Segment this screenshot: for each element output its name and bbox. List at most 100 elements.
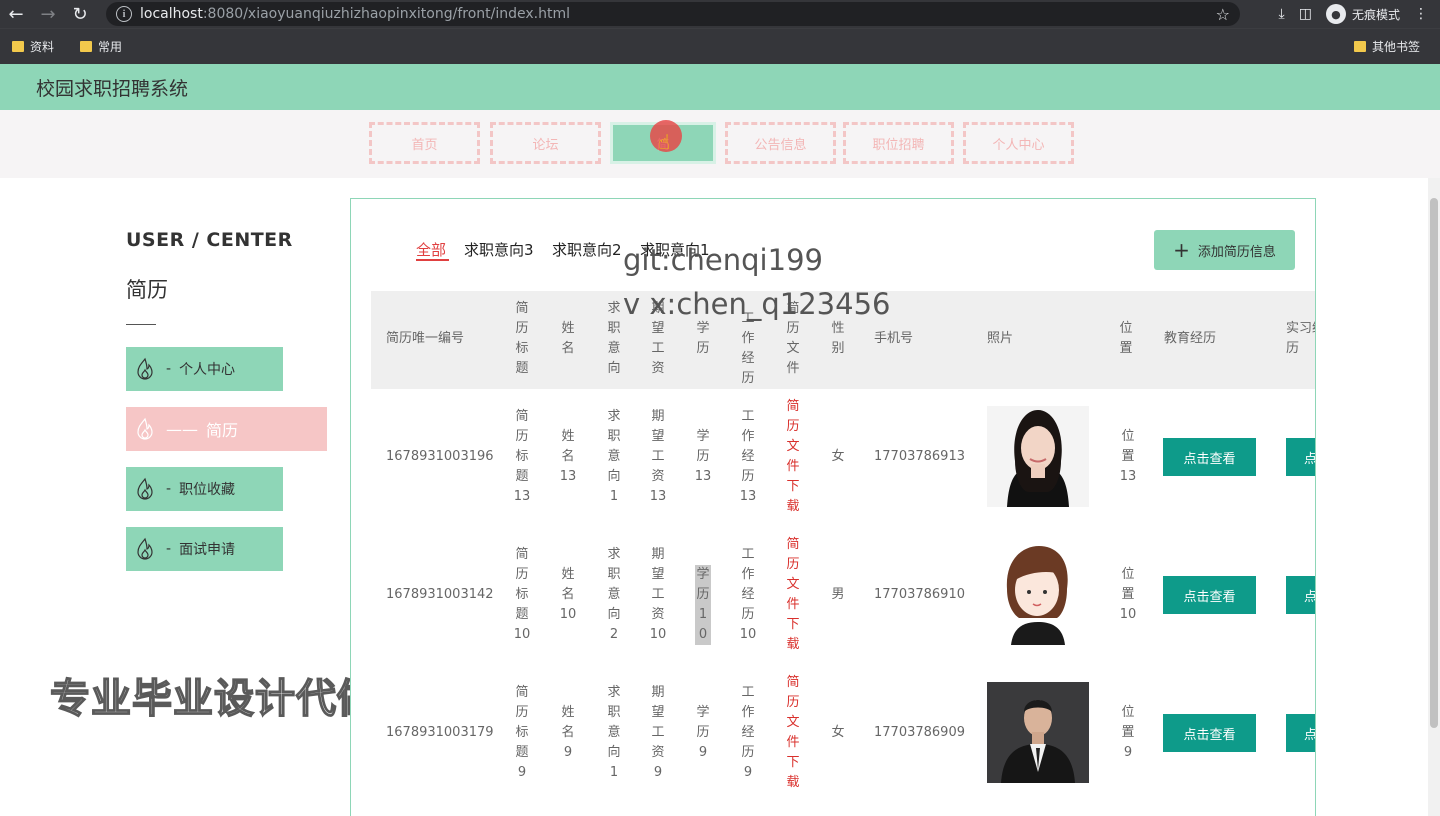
row2-phone: 17703786910 bbox=[874, 587, 965, 602]
row1-id: 1678931003196 bbox=[386, 449, 494, 464]
row3-id: 1678931003179 bbox=[386, 725, 494, 740]
watermark-text: 专业毕业设计代做 bbox=[49, 675, 378, 723]
row2-gender: 男 bbox=[831, 587, 845, 602]
col-header-internship: 实习经历 bbox=[1286, 321, 1315, 356]
row1-view-internship-button[interactable]: 点 bbox=[1286, 438, 1315, 476]
sidepanel-icon[interactable]: ◫ bbox=[1299, 6, 1312, 22]
bookmark-star-icon[interactable]: ☆ bbox=[1216, 5, 1230, 24]
col-header-location: 位置 bbox=[1119, 321, 1133, 356]
row2-salary: 期望工资10 bbox=[649, 547, 667, 642]
incognito-indicator[interactable]: ● 无痕模式 bbox=[1325, 4, 1400, 24]
row1-salary: 期望工资13 bbox=[649, 409, 667, 504]
man-portrait-image bbox=[987, 682, 1089, 783]
add-resume-button[interactable]: + 添加简历信息 bbox=[1154, 230, 1295, 270]
row2-title: 简历标题10 bbox=[513, 547, 531, 642]
bookmark-folder[interactable]: 常用 bbox=[80, 38, 122, 55]
nav-jobs[interactable]: 职位招聘 bbox=[843, 122, 954, 164]
url-path: :8080/xiaoyuanqiuzhizhaopinxitong/front/… bbox=[202, 6, 570, 22]
bookmarks-bar: 资料 常用 其他书签 bbox=[0, 28, 1440, 64]
row1-work: 工作经历13 bbox=[739, 409, 757, 504]
sidebar-item-label: 职位收藏 bbox=[179, 482, 236, 498]
browser-actions: ⤓ ◫ ● 无痕模式 ⋮ bbox=[1279, 0, 1440, 28]
folder-icon bbox=[1353, 41, 1366, 52]
row3-gender: 女 bbox=[831, 725, 845, 740]
row2-view-education-button[interactable]: 点击查看 bbox=[1163, 576, 1256, 614]
sidebar-item-resume[interactable]: —— 简历 bbox=[126, 407, 327, 451]
incognito-label: 无痕模式 bbox=[1351, 7, 1400, 22]
app-header: 校园求职招聘系统 bbox=[0, 64, 1440, 110]
row1-name: 姓名13 bbox=[559, 429, 577, 484]
sidebar-item-job-favorites[interactable]: - 职位收藏 bbox=[126, 467, 283, 511]
row2-work: 工作经历10 bbox=[739, 547, 757, 642]
row1-location: 位置13 bbox=[1119, 429, 1137, 484]
menu-kebab-icon[interactable]: ⋮ bbox=[1414, 6, 1428, 22]
row3-photo bbox=[987, 682, 1089, 783]
row2-edu: 学历10 bbox=[695, 565, 711, 645]
col-header-title: 简历标题 bbox=[515, 301, 529, 376]
overlay-git-text: git:chenqi199 bbox=[623, 243, 823, 277]
row3-work: 工作经历9 bbox=[741, 685, 755, 780]
scrollbar-thumb[interactable] bbox=[1430, 198, 1438, 728]
row3-name: 姓名9 bbox=[561, 705, 575, 760]
bookmark-label: 常用 bbox=[98, 40, 123, 54]
row2-file-download-link[interactable]: 简历文件下载 bbox=[783, 535, 803, 655]
sidebar-dash: - bbox=[166, 541, 172, 557]
url-host: localhost bbox=[140, 6, 203, 22]
reload-icon[interactable]: ↻ bbox=[64, 0, 96, 28]
row1-intent: 求职意向1 bbox=[607, 409, 621, 504]
sidebar-item-personal-center[interactable]: - 个人中心 bbox=[126, 347, 283, 391]
row3-title: 简历标题9 bbox=[515, 685, 529, 780]
row2-view-internship-button[interactable]: 点 bbox=[1286, 576, 1315, 614]
sidebar-dash: - bbox=[166, 361, 172, 377]
download-icon[interactable]: ⤓ bbox=[1279, 6, 1285, 22]
row3-edu: 学历9 bbox=[696, 705, 710, 760]
nav-home[interactable]: 首页 bbox=[369, 122, 480, 164]
folder-icon bbox=[80, 41, 93, 52]
forward-arrow-icon[interactable]: → bbox=[32, 0, 64, 28]
folder-icon bbox=[12, 41, 24, 52]
nav-personal-center[interactable]: 个人中心 bbox=[963, 122, 1074, 164]
col-header-education: 教育经历 bbox=[1164, 331, 1217, 346]
row1-file-download-link[interactable]: 简历文件下载 bbox=[783, 397, 803, 517]
filter-tab-intent-2[interactable]: 求职意向2 bbox=[552, 239, 622, 260]
nav-forum[interactable]: 论坛 bbox=[490, 122, 601, 164]
site-info-icon[interactable]: i bbox=[116, 6, 132, 22]
hand-cursor-icon: ☝ bbox=[658, 130, 671, 154]
filter-tab-intent-3[interactable]: 求职意向3 bbox=[464, 239, 534, 260]
incognito-icon: ● bbox=[1325, 4, 1346, 24]
row2-name: 姓名10 bbox=[559, 567, 577, 622]
top-nav: 首页 论坛 简 公告信息 职位招聘 个人中心 bbox=[0, 110, 1440, 178]
col-header-work: 工作经历 bbox=[741, 311, 755, 386]
row2-location: 位置10 bbox=[1119, 567, 1137, 622]
col-header-name: 姓名 bbox=[561, 321, 575, 356]
sidebar-dash: —— bbox=[166, 419, 198, 439]
row3-view-internship-button[interactable]: 点 bbox=[1286, 714, 1315, 752]
back-arrow-icon[interactable]: ← bbox=[0, 0, 32, 28]
woman-portrait-image bbox=[987, 406, 1089, 507]
row1-view-education-button[interactable]: 点击查看 bbox=[1163, 438, 1256, 476]
active-tab-underline bbox=[416, 259, 449, 261]
sidebar-item-label: 个人中心 bbox=[179, 362, 236, 378]
app-title: 校园求职招聘系统 bbox=[36, 77, 189, 100]
nav-announcements[interactable]: 公告信息 bbox=[725, 122, 836, 164]
row3-intent: 求职意向1 bbox=[607, 685, 621, 780]
bookmark-folder[interactable]: 资料 bbox=[12, 38, 54, 55]
row1-photo bbox=[987, 406, 1089, 507]
row1-title: 简历标题13 bbox=[513, 409, 531, 504]
filter-tab-all[interactable]: 全部 bbox=[416, 239, 446, 260]
row3-file-download-link[interactable]: 简历文件下载 bbox=[783, 673, 803, 793]
sidebar-item-interviews[interactable]: - 面试申请 bbox=[126, 527, 283, 571]
row3-phone: 17703786909 bbox=[874, 725, 965, 740]
col-header-photo: 照片 bbox=[987, 331, 1014, 346]
row2-id: 1678931003142 bbox=[386, 587, 494, 602]
other-bookmarks[interactable]: 其他书签 bbox=[1353, 38, 1420, 55]
add-resume-label: 添加简历信息 bbox=[1197, 244, 1276, 260]
address-bar[interactable]: i localhost:8080/xiaoyuanqiuzhizhaopinxi… bbox=[106, 2, 1240, 26]
overlay-wechat-text: v x:chen_q123456 bbox=[623, 287, 891, 321]
row3-view-education-button[interactable]: 点击查看 bbox=[1163, 714, 1256, 752]
page-scrollbar[interactable] bbox=[1428, 178, 1440, 816]
flame-icon bbox=[137, 537, 153, 560]
col-header-id: 简历唯一编号 bbox=[386, 331, 465, 346]
divider bbox=[126, 324, 156, 325]
row2-photo bbox=[987, 544, 1089, 645]
